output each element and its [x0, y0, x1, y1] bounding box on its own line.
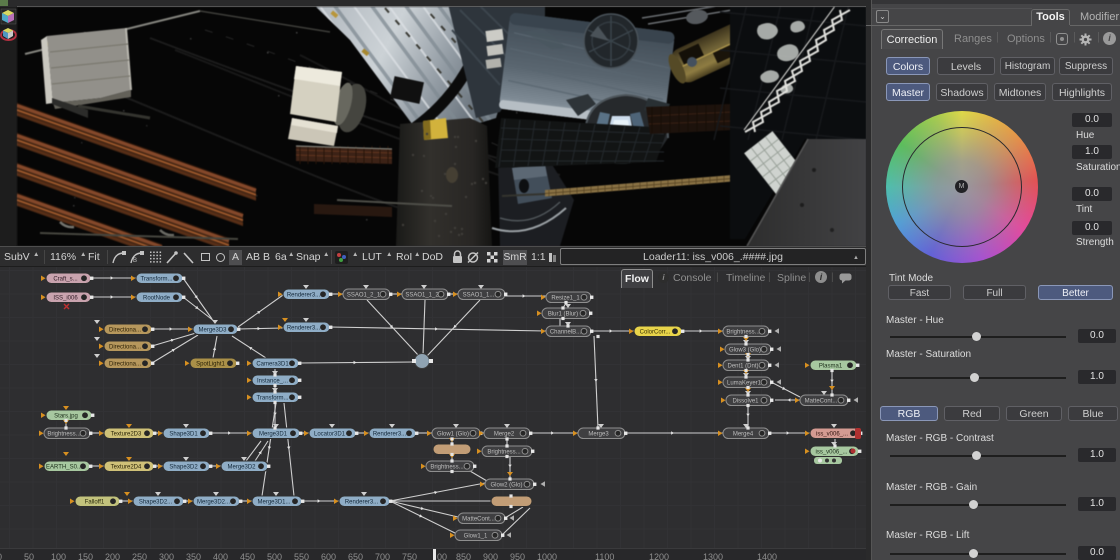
svg-text:RootNode: RootNode — [143, 295, 171, 301]
svg-text:Merge3D1...: Merge3D1... — [257, 499, 290, 505]
svg-text:MatteCont...: MatteCont... — [805, 398, 838, 404]
svg-text:Renderer3...: Renderer3... — [287, 325, 321, 331]
svg-text:Directiona...: Directiona... — [109, 361, 141, 367]
svg-text:Resize1_1: Resize1_1 — [551, 295, 580, 301]
svg-text:Directiona...: Directiona... — [109, 344, 141, 350]
svg-text:Merge3D2...: Merge3D2... — [197, 499, 230, 505]
svg-text:Brightness...: Brightness... — [430, 464, 464, 470]
svg-text:Directiona...: Directiona... — [109, 327, 141, 333]
svg-text:Renderer3...: Renderer3... — [287, 292, 321, 298]
svg-text:SSAO1_1...: SSAO1_1... — [463, 292, 495, 298]
svg-text:Merge4: Merge4 — [733, 431, 754, 437]
svg-text:Merge3D2: Merge3D2 — [227, 464, 256, 470]
svg-text:Stars.jpg: Stars.jpg — [54, 413, 78, 419]
svg-text:Locator3D1: Locator3D1 — [314, 431, 346, 437]
svg-text:EARTH_S0...: EARTH_S0... — [46, 464, 82, 470]
svg-text:Shape3D1: Shape3D1 — [169, 431, 198, 437]
svg-text:Glow1_1: Glow1_1 — [464, 533, 488, 539]
svg-text:Shape3D2...: Shape3D2... — [139, 499, 173, 505]
svg-text:Merge3: Merge3 — [588, 431, 609, 437]
svg-text:Renderer3...: Renderer3... — [373, 431, 407, 437]
svg-text:Brightness...: Brightness... — [487, 449, 521, 455]
svg-text:iss_v006_...: iss_v006_... — [815, 449, 847, 455]
svg-text:Texture2D4: Texture2D4 — [111, 464, 142, 470]
svg-text:Merge3D3: Merge3D3 — [198, 327, 227, 333]
svg-text:ColorCorr...: ColorCorr... — [640, 329, 671, 335]
svg-text:ISS_i006: ISS_i006 — [53, 295, 78, 301]
svg-text:Blur1 (Blur): Blur1 (Blur) — [548, 311, 578, 317]
svg-text:SSAO1_1_2: SSAO1_1_2 — [405, 292, 439, 298]
svg-text:Glow2 (Glo): Glow2 (Glo) — [490, 482, 522, 488]
svg-text:Transform...: Transform... — [256, 395, 288, 401]
svg-text:Glow3 (Glo): Glow3 (Glo) — [729, 347, 761, 353]
svg-text:Dent1 (Dnt): Dent1 (Dnt) — [727, 363, 758, 369]
svg-text:Renderer3...: Renderer3... — [345, 499, 379, 505]
svg-text:Dissolve1: Dissolve1 — [732, 398, 759, 404]
svg-text:iss_v006_...: iss_v006_... — [816, 431, 848, 437]
svg-text:Instance_...: Instance_... — [257, 378, 288, 384]
svg-text:Brightness...: Brightness... — [47, 431, 81, 437]
svg-text:MatteCont...: MatteCont... — [462, 516, 495, 522]
svg-text:Shape3D2: Shape3D2 — [169, 464, 198, 470]
svg-text:Falloff1: Falloff1 — [85, 499, 105, 505]
svg-text:ChannelB...: ChannelB... — [550, 329, 582, 335]
svg-text:Merge3D1: Merge3D1 — [259, 431, 288, 437]
svg-text:Texture2D3: Texture2D3 — [111, 431, 142, 437]
svg-text:Plasma1: Plasma1 — [819, 363, 843, 369]
svg-text:B: B — [133, 258, 137, 264]
svg-text:Merge2: Merge2 — [494, 431, 515, 437]
svg-text:Brightness...: Brightness... — [726, 329, 760, 335]
svg-text:Camera3D1: Camera3D1 — [256, 361, 289, 367]
svg-text:SpotLight1: SpotLight1 — [196, 361, 225, 367]
svg-text:LumaKeyer1: LumaKeyer1 — [727, 380, 762, 386]
svg-text:SSAO1_2_1: SSAO1_2_1 — [347, 292, 381, 298]
svg-text:Glow1 (Glo): Glow1 (Glo) — [437, 431, 469, 437]
